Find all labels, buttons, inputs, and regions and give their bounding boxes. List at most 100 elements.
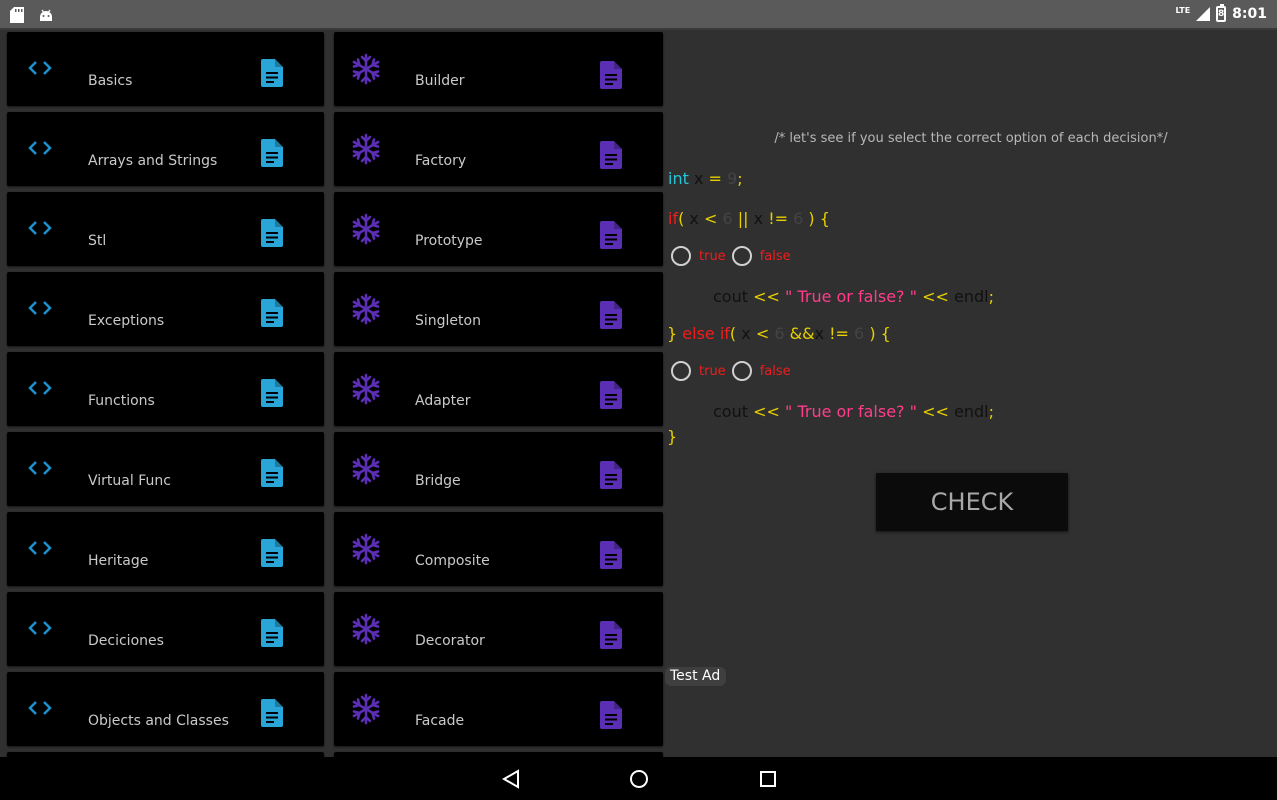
code-brackets-icon (27, 136, 53, 160)
pattern-card[interactable]: Adapter (334, 352, 663, 426)
pattern-card[interactable]: Factory (334, 112, 663, 186)
code-token: ( (678, 209, 685, 228)
pattern-card[interactable]: Builder (334, 32, 663, 106)
document-icon[interactable] (600, 141, 622, 169)
document-icon[interactable] (261, 379, 283, 407)
document-icon[interactable] (261, 139, 283, 167)
code-brackets-icon (27, 536, 53, 560)
topic-card[interactable]: Objects and Classes (7, 672, 324, 746)
code-line-close: } (667, 427, 677, 446)
code-brackets-icon (27, 216, 53, 240)
radio-false-label[interactable]: false (760, 364, 791, 379)
cell-signal-icon (1196, 7, 1211, 21)
keyword-if: if (668, 209, 679, 228)
card-label: Adapter (415, 393, 471, 409)
topic-card[interactable]: Functions (7, 352, 324, 426)
code-token: } (667, 324, 678, 343)
document-icon[interactable] (600, 701, 622, 729)
pattern-card[interactable]: Facade (334, 672, 663, 746)
battery-level: 8 (1218, 9, 1225, 19)
code-brackets-icon (27, 56, 53, 80)
radio-true-label[interactable]: true (699, 249, 726, 264)
document-icon[interactable] (261, 459, 283, 487)
home-icon[interactable] (629, 769, 649, 789)
document-icon[interactable] (600, 61, 622, 89)
document-icon[interactable] (261, 539, 283, 567)
radio-false-label[interactable]: false (760, 249, 791, 264)
code-token: && (789, 324, 815, 343)
code-token: << (922, 287, 949, 306)
card-label: Deciciones (88, 633, 164, 649)
card-label: Objects and Classes (88, 713, 229, 729)
snowflake-icon (350, 293, 380, 325)
document-icon[interactable] (600, 541, 622, 569)
keyword-int: int (668, 169, 689, 188)
recents-icon[interactable] (759, 769, 777, 789)
code-token: ) (869, 324, 876, 343)
topic-card[interactable]: Basics (7, 32, 324, 106)
back-icon[interactable] (502, 769, 520, 789)
topic-card[interactable]: Exceptions (7, 272, 324, 346)
document-icon[interactable] (600, 301, 622, 329)
document-icon[interactable] (261, 219, 283, 247)
card-label: Facade (415, 713, 465, 729)
topic-card[interactable]: Heritage (7, 512, 324, 586)
code-token: ; (988, 402, 994, 421)
topic-card[interactable]: Virtual Func (7, 432, 324, 506)
code-token: { (819, 209, 830, 228)
answer-group-2: true false (671, 361, 797, 381)
document-icon[interactable] (600, 221, 622, 249)
code-line-cout-2: cout << " True or false? " << endl; (713, 402, 994, 421)
card-label: Virtual Func (88, 473, 171, 489)
topic-card[interactable]: Arrays and Strings (7, 112, 324, 186)
document-icon[interactable] (261, 299, 283, 327)
sd-card-icon (10, 7, 24, 23)
code-token: cout (713, 402, 748, 421)
snowflake-icon (350, 53, 380, 85)
code-token: ; (988, 287, 994, 306)
radio-true-1[interactable] (671, 246, 691, 266)
document-icon[interactable] (600, 461, 622, 489)
code-token: 9 (727, 169, 738, 188)
code-token: ( (729, 324, 737, 343)
clock: 8:01 (1232, 6, 1267, 22)
check-button[interactable]: CHECK (876, 473, 1068, 531)
pattern-card[interactable]: Composite (334, 512, 663, 586)
snowflake-icon (350, 693, 380, 725)
card-label: Prototype (415, 233, 483, 249)
document-icon[interactable] (600, 381, 622, 409)
code-token: ) (808, 209, 815, 228)
code-token: << (753, 287, 780, 306)
pattern-card[interactable]: Bridge (334, 432, 663, 506)
code-token: != (768, 209, 789, 228)
radio-false-1[interactable] (731, 246, 752, 266)
code-token: 6 (854, 324, 865, 343)
topic-card[interactable]: Stl (7, 192, 324, 266)
code-token: x (689, 209, 699, 228)
snowflake-icon (350, 533, 380, 565)
code-token: { (880, 324, 891, 343)
code-brackets-icon (27, 376, 53, 400)
radio-true-2[interactable] (671, 361, 691, 381)
document-icon[interactable] (600, 621, 622, 649)
topic-card[interactable]: Deciciones (7, 592, 324, 666)
radio-true-label[interactable]: true (699, 364, 726, 379)
code-line-cout-1: cout << " True or false? " << endl; (713, 287, 994, 306)
battery-icon: 8 (1216, 4, 1227, 22)
pattern-card[interactable]: Decorator (334, 592, 663, 666)
code-token: < (755, 324, 770, 343)
card-label: Factory (415, 153, 467, 169)
code-line-if: if( x < 6 || x != 6 ) { (668, 209, 830, 228)
test-ad-badge[interactable]: Test Ad (665, 667, 727, 686)
code-token: x (741, 324, 751, 343)
card-label: Decorator (415, 633, 485, 649)
document-icon[interactable] (261, 59, 283, 87)
document-icon[interactable] (261, 619, 283, 647)
document-icon[interactable] (261, 699, 283, 727)
card-label: Stl (88, 233, 107, 249)
radio-false-2[interactable] (731, 361, 752, 381)
status-bar: LTE 8 8:01 (0, 0, 1277, 30)
topic-list[interactable]: Basics Arrays and Strings Stl Exceptions Fun… (0, 30, 665, 757)
pattern-card[interactable]: Prototype (334, 192, 663, 266)
pattern-card[interactable]: Singleton (334, 272, 663, 346)
